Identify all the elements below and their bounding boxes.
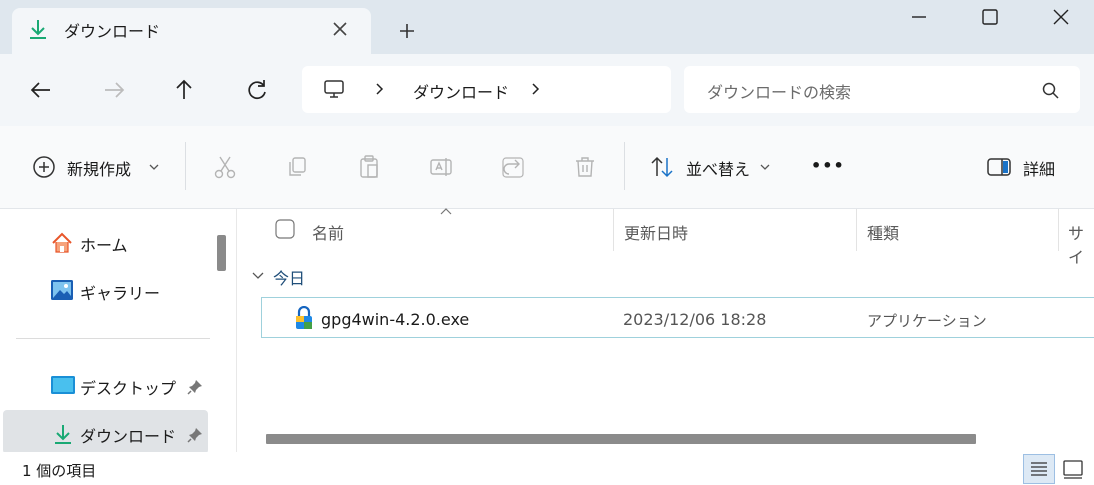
new-plus-icon[interactable] <box>31 154 57 180</box>
sidebar-divider <box>16 338 224 339</box>
column-header-size[interactable]: サイ <box>1068 220 1094 268</box>
sidebar-item-gallery[interactable]: ギャラリー <box>80 280 160 304</box>
sort-ascending-icon <box>439 206 453 216</box>
select-all-checkbox[interactable] <box>275 219 295 239</box>
sidebar-item-desktop[interactable]: デスクトップ <box>80 375 176 399</box>
details-view-button[interactable] <box>1023 454 1055 484</box>
copy-icon[interactable] <box>284 154 310 180</box>
status-bar <box>0 452 1094 485</box>
chevron-right-icon[interactable] <box>372 81 388 97</box>
new-button-label[interactable]: 新規作成 <box>67 156 131 180</box>
paste-icon[interactable] <box>356 154 382 180</box>
download-arrow-icon <box>27 18 49 40</box>
chevron-down-icon[interactable] <box>251 268 265 282</box>
cut-icon[interactable] <box>212 154 238 180</box>
column-header-modified[interactable]: 更新日時 <box>624 220 688 244</box>
divider <box>185 142 186 190</box>
download-icon <box>52 423 74 445</box>
search-placeholder[interactable]: ダウンロードの検索 <box>707 79 851 103</box>
sidebar-item-home[interactable]: ホーム <box>80 232 128 256</box>
column-header-name[interactable]: 名前 <box>312 220 344 244</box>
chevron-down-icon[interactable] <box>148 161 160 173</box>
pin-icon[interactable] <box>186 378 204 396</box>
file-modified: 2023/12/06 18:28 <box>623 310 767 329</box>
file-type: アプリケーション <box>867 312 987 330</box>
maximize-icon[interactable] <box>979 6 1001 28</box>
sort-icon[interactable] <box>649 154 675 180</box>
group-header-today[interactable]: 今日 <box>273 265 305 289</box>
breadcrumb-location[interactable]: ダウンロード <box>413 79 509 103</box>
sort-button-label[interactable]: 並べ替え <box>686 156 750 180</box>
delete-icon[interactable] <box>572 154 598 180</box>
file-name: gpg4win-4.2.0.exe <box>321 310 470 329</box>
rename-icon[interactable] <box>428 154 454 180</box>
divider <box>624 142 625 190</box>
share-icon[interactable] <box>500 154 526 180</box>
installer-icon <box>293 306 315 330</box>
back-arrow-icon[interactable] <box>28 77 54 103</box>
column-resizer[interactable] <box>1058 209 1059 251</box>
close-icon[interactable] <box>1050 6 1072 28</box>
tiles-view-icon[interactable] <box>1061 457 1085 481</box>
forward-arrow-icon[interactable] <box>101 77 127 103</box>
details-pane-icon[interactable] <box>986 154 1012 180</box>
refresh-icon[interactable] <box>244 77 270 103</box>
desktop-icon <box>50 375 76 395</box>
column-resizer[interactable] <box>613 209 614 251</box>
sidebar-item-downloads-label: ダウンロード <box>80 427 177 446</box>
tab-title: ダウンロード <box>64 22 161 41</box>
command-bar <box>0 126 1094 209</box>
up-arrow-icon[interactable] <box>171 77 197 103</box>
new-tab-icon[interactable] <box>396 20 418 42</box>
column-resizer[interactable] <box>856 209 857 251</box>
close-tab-icon[interactable] <box>329 18 351 40</box>
column-header-type[interactable]: 種類 <box>867 220 899 244</box>
minimize-icon[interactable] <box>908 6 930 28</box>
chevron-right-icon[interactable] <box>528 81 544 97</box>
horizontal-scrollbar-thumb[interactable] <box>266 434 976 444</box>
search-icon[interactable] <box>1041 81 1061 101</box>
details-button-label[interactable]: 詳細 <box>1023 156 1055 180</box>
this-pc-icon[interactable] <box>322 77 346 101</box>
home-icon <box>50 231 74 255</box>
chevron-down-icon[interactable] <box>759 161 771 173</box>
sidebar-scrollbar-thumb[interactable] <box>217 235 226 271</box>
gallery-icon <box>50 278 74 302</box>
pane-divider[interactable] <box>236 209 237 452</box>
more-options-button[interactable]: ••• <box>811 156 845 175</box>
item-count: 1 個の項目 <box>22 462 97 480</box>
pin-icon[interactable] <box>186 426 204 444</box>
